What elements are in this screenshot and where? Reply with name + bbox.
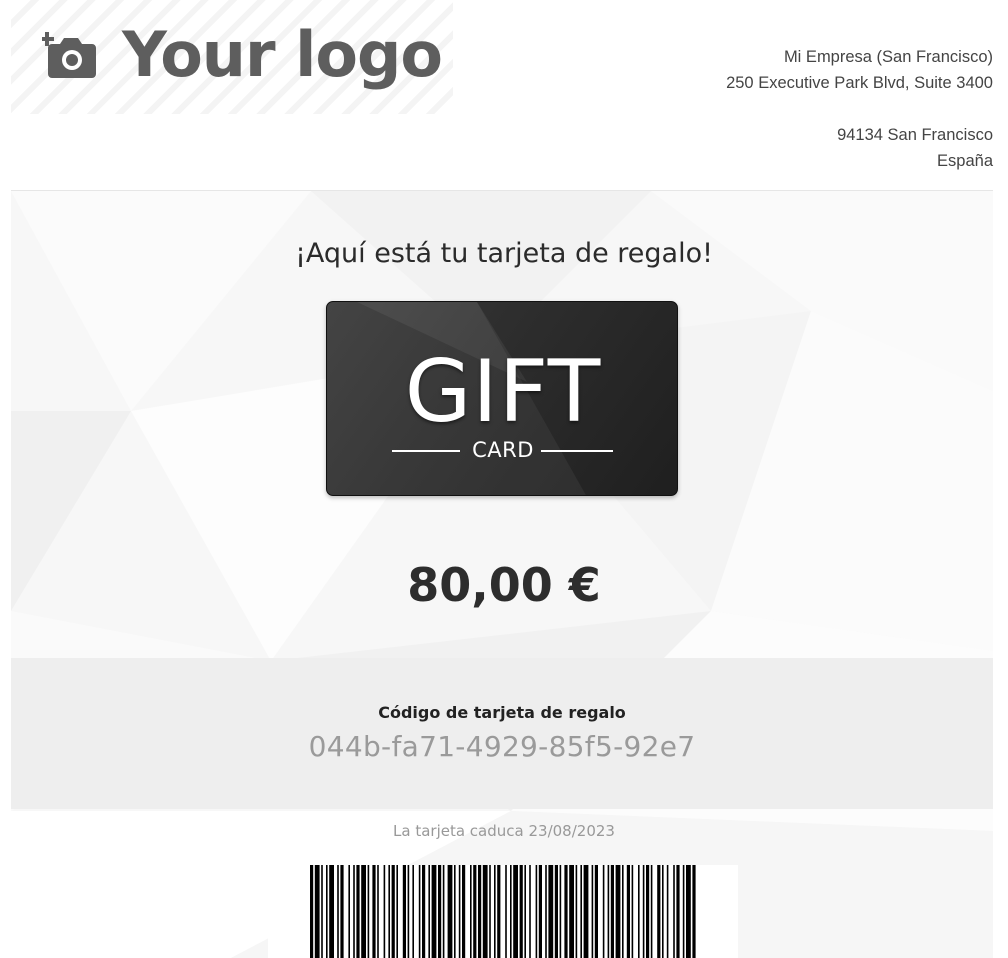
barcode-bar [559, 865, 562, 958]
gift-code-label: Código de tarjeta de regalo [378, 703, 626, 722]
barcode-bar [602, 865, 605, 958]
barcode-bar [564, 865, 568, 958]
barcode-bar [497, 865, 501, 958]
barcode-bar [462, 865, 466, 958]
barcode-bar [657, 865, 661, 958]
barcode-bar [615, 865, 621, 958]
barcode-bar [377, 865, 379, 958]
barcode-bar [519, 865, 523, 958]
barcode-bar [545, 865, 547, 958]
barcode-bar [692, 865, 696, 958]
camera-add-icon [42, 32, 96, 78]
barcode-bar [356, 865, 360, 958]
company-country: España [937, 152, 993, 170]
expiry-note: La tarjeta caduca 23/08/2023 [0, 822, 1008, 840]
barcode-bar [594, 865, 598, 958]
barcode-bar [337, 865, 339, 958]
company-name: Mi Empresa (San Francisco) [783, 48, 993, 66]
barcode-bar [482, 865, 488, 958]
barcode-bar [682, 865, 685, 958]
gift-code-value: 044b-fa71-4929-85f5-92e7 [308, 730, 696, 763]
barcode-bar [580, 865, 582, 958]
barcode-bar [422, 865, 426, 958]
expiry-text: La tarjeta caduca [393, 822, 524, 840]
barcode-bar [329, 865, 334, 958]
barcode-bar [310, 865, 314, 958]
barcode-bar [489, 865, 491, 958]
card-line-right [541, 450, 613, 452]
barcode-bar [473, 865, 477, 958]
barcode-bar [494, 865, 496, 958]
barcode-bar [676, 865, 680, 958]
barcode-bar [396, 865, 398, 958]
barcode-bar [372, 865, 376, 958]
barcode-bar [554, 865, 558, 958]
barcode-bar [314, 865, 320, 958]
company-city: 94134 San Francisco [837, 126, 993, 144]
barcode-bar [470, 865, 472, 958]
barcode-bar [407, 865, 410, 958]
gift-card-image: GIFT CARD [326, 301, 678, 496]
barcode-bar [575, 865, 578, 958]
barcode-bar [510, 865, 512, 958]
barcode-bar [442, 865, 445, 958]
barcode-bar [340, 865, 344, 958]
barcode-bar [646, 865, 650, 958]
barcode-bar [383, 865, 386, 958]
barcode-bar [610, 865, 614, 958]
barcode-bar [569, 865, 574, 958]
gift-card-amount: 80,00 € [407, 558, 601, 612]
header: Your logo Mi Empresa (San Francisco) 250… [0, 0, 1008, 191]
barcode-bar [367, 865, 370, 958]
barcode-bar [402, 865, 406, 958]
barcode-bar [438, 865, 442, 958]
barcode-bar [348, 865, 350, 958]
barcode-bar [607, 865, 610, 958]
barcode-bar [478, 865, 482, 958]
barcode-bar [650, 865, 653, 958]
company-address: Mi Empresa (San Francisco) 250 Executive… [726, 44, 993, 174]
barcode-bar [583, 865, 589, 958]
logo-text: Your logo [122, 18, 443, 91]
barcode-bar [321, 865, 323, 958]
barcode-bar [418, 865, 421, 958]
barcode-bar [513, 865, 518, 958]
barcode-bar [548, 865, 554, 958]
barcode-bar [626, 865, 630, 958]
company-street: 250 Executive Park Blvd, Suite 3400 [726, 74, 993, 92]
expiry-date: 23/08/2023 [528, 822, 615, 840]
barcode-bar [662, 865, 664, 958]
barcode-bar [686, 865, 691, 958]
barcode-bar [353, 865, 355, 958]
barcode-bar [529, 865, 531, 958]
barcode-bar [535, 865, 538, 958]
barcode-bar [631, 865, 634, 958]
barcode-bar [391, 865, 395, 958]
barcode-bar [638, 865, 640, 958]
barcode-bar [431, 865, 437, 958]
barcode-bar [622, 865, 624, 958]
gift-card-title: GIFT [404, 342, 602, 442]
greeting-heading: ¡Aquí está tu tarjeta de regalo! [295, 238, 713, 269]
barcode-bar [326, 865, 328, 958]
gift-card-subtitle: CARD [472, 438, 534, 462]
barcode-bar [538, 865, 542, 958]
barcode-bar [428, 865, 430, 958]
barcode-bar [524, 865, 526, 958]
barcode [268, 865, 738, 958]
barcode-bar [642, 865, 645, 958]
barcode-icon [310, 865, 696, 958]
barcode-bar [388, 865, 390, 958]
barcode-bar [505, 865, 507, 958]
barcode-bar [458, 865, 461, 958]
barcode-bar [666, 865, 669, 958]
barcode-bar [412, 865, 414, 958]
barcode-bar [673, 865, 675, 958]
barcode-bar [447, 865, 453, 958]
barcode-bar [591, 865, 594, 958]
barcode-bar [454, 865, 456, 958]
gift-code-section: Código de tarjeta de regalo 044b-fa71-49… [11, 658, 993, 809]
barcode-bar [361, 865, 366, 958]
